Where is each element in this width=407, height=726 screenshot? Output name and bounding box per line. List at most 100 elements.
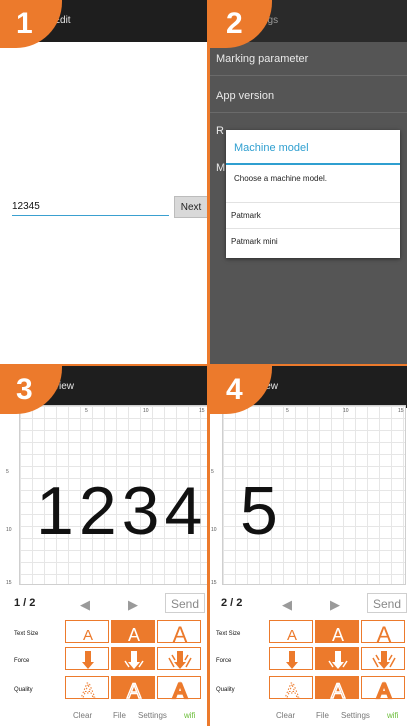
- ruler-top: 0 5 10 15: [19, 408, 207, 420]
- ruler-top: 0 5 10 15: [222, 408, 404, 420]
- pin-force-medium-icon: [124, 651, 144, 669]
- quality-medium-button[interactable]: A: [315, 676, 359, 700]
- file-tab[interactable]: File: [316, 711, 329, 720]
- option-patmark-mini[interactable]: Patmark mini: [226, 228, 400, 255]
- svg-text:A: A: [332, 625, 344, 644]
- setting-m[interactable]: M: [216, 162, 225, 174]
- prev-page-icon[interactable]: ◀: [282, 597, 292, 613]
- dialog-message: Choose a machine model.: [234, 174, 327, 183]
- dotted-a-icon: A: [81, 680, 96, 701]
- row-label-text-size: Text Size: [14, 631, 39, 637]
- next-button[interactable]: Next: [174, 196, 207, 218]
- pin-force-high-icon: [168, 651, 192, 669]
- ruler-label: 10: [143, 408, 149, 414]
- outline-a-icon: A: [126, 679, 141, 700]
- text-size-large-button[interactable]: A: [361, 620, 405, 644]
- svg-text:A: A: [128, 625, 140, 644]
- letter-a-large-icon: A: [173, 622, 188, 644]
- letter-a-small-icon: A: [287, 627, 297, 644]
- ruler-label: 10: [343, 408, 349, 414]
- clear-tab[interactable]: Clear: [276, 711, 295, 720]
- ruler-label: 5: [85, 408, 88, 414]
- text-input[interactable]: 12345: [12, 199, 169, 216]
- row-label-quality: Quality: [14, 687, 33, 693]
- force-high-button[interactable]: [157, 647, 201, 670]
- panel-settings: ngs 2 Marking parameter App version R M …: [210, 0, 407, 366]
- settings-tab[interactable]: Settings: [341, 711, 370, 720]
- send-button[interactable]: Send: [165, 593, 205, 613]
- ruler-label: 10: [6, 527, 12, 533]
- ruler-label: 15: [199, 408, 205, 414]
- prev-page-icon[interactable]: ◀: [80, 597, 90, 613]
- machine-model-dialog: Machine model Choose a machine model. Pa…: [226, 130, 400, 258]
- ruler-label: 15: [6, 580, 12, 586]
- force-high-button[interactable]: [361, 647, 405, 670]
- row-label-text-size: Text Size: [216, 631, 241, 637]
- quality-medium-button[interactable]: A: [111, 676, 155, 700]
- quality-high-button[interactable]: A: [361, 676, 405, 700]
- next-page-icon[interactable]: ▶: [330, 597, 340, 613]
- panel-preview-page-2: view 4 0 5 10 15 0 5 10 15 5 2 / 2 ◀ ▶ S…: [210, 366, 407, 726]
- page-indicator: 1 / 2: [14, 597, 36, 609]
- setting-r[interactable]: R: [216, 125, 224, 137]
- wifi-tab[interactable]: wifi: [184, 711, 196, 720]
- pin-force-low-icon: [82, 651, 94, 669]
- pin-force-high-icon: [372, 651, 396, 669]
- svg-text:A: A: [173, 622, 188, 644]
- tutorial-collage: d Edit 1 12345 Next ngs 2 Marking parame…: [0, 0, 407, 726]
- text-size-small-button[interactable]: A: [65, 620, 109, 644]
- text-size-medium-button[interactable]: A: [315, 620, 359, 644]
- row-label-force: Force: [216, 658, 232, 664]
- text-size-large-button[interactable]: A: [157, 620, 201, 644]
- settings-tab[interactable]: Settings: [138, 711, 167, 720]
- preview-text: 1234: [36, 473, 208, 549]
- dialog-title: Machine model: [234, 142, 309, 154]
- letter-a-small-icon: A: [83, 627, 93, 644]
- svg-text:A: A: [287, 627, 297, 644]
- solid-a-icon: A: [172, 679, 188, 700]
- force-low-button[interactable]: [269, 647, 313, 670]
- text-size-medium-button[interactable]: A: [111, 620, 155, 644]
- letter-a-medium-icon: A: [128, 625, 140, 644]
- option-patmark[interactable]: Patmark: [226, 202, 400, 229]
- force-medium-button[interactable]: [111, 647, 155, 670]
- svg-text:A: A: [285, 680, 299, 700]
- svg-text:A: A: [81, 680, 95, 700]
- ruler-left: 0 5 10 15: [6, 405, 18, 586]
- quality-low-button[interactable]: A: [269, 676, 313, 701]
- next-page-icon[interactable]: ▶: [128, 597, 138, 613]
- clear-tab[interactable]: Clear: [73, 711, 92, 720]
- ruler-label: 15: [211, 580, 217, 586]
- ruler-label: 5: [211, 469, 214, 475]
- setting-marking-parameter[interactable]: Marking parameter: [216, 53, 308, 65]
- pin-force-low-icon: [286, 651, 298, 669]
- svg-text:A: A: [173, 680, 187, 700]
- force-medium-button[interactable]: [315, 647, 359, 670]
- divider: [210, 112, 407, 113]
- letter-a-medium-icon: A: [332, 625, 344, 644]
- panel-preview-page-1: view 3 0 5 10 15 0 5 10 15 1234 1 / 2 ◀ …: [0, 366, 210, 726]
- row-label-force: Force: [14, 658, 30, 664]
- file-tab[interactable]: File: [113, 711, 126, 720]
- ruler-left: 0 5 10 15: [211, 405, 223, 586]
- svg-text:A: A: [331, 680, 345, 700]
- ruler-label: 5: [286, 408, 289, 414]
- text-size-small-button[interactable]: A: [269, 620, 313, 644]
- solid-a-icon: A: [376, 679, 392, 700]
- setting-app-version[interactable]: App version: [216, 90, 274, 102]
- page-indicator: 2 / 2: [221, 597, 243, 609]
- divider: [210, 75, 407, 76]
- svg-text:A: A: [127, 680, 141, 700]
- send-button[interactable]: Send: [367, 593, 407, 613]
- svg-text:A: A: [83, 627, 93, 644]
- quality-high-button[interactable]: A: [157, 676, 201, 700]
- force-low-button[interactable]: [65, 647, 109, 670]
- ruler-label: 10: [211, 527, 217, 533]
- pin-force-medium-icon: [328, 651, 348, 669]
- panel-edit: d Edit 1 12345 Next: [0, 0, 210, 366]
- row-label-quality: Quality: [216, 687, 235, 693]
- dotted-a-icon: A: [285, 680, 300, 701]
- wifi-tab[interactable]: wifi: [387, 711, 399, 720]
- quality-low-button[interactable]: A: [65, 676, 109, 701]
- ruler-label: 15: [398, 408, 404, 414]
